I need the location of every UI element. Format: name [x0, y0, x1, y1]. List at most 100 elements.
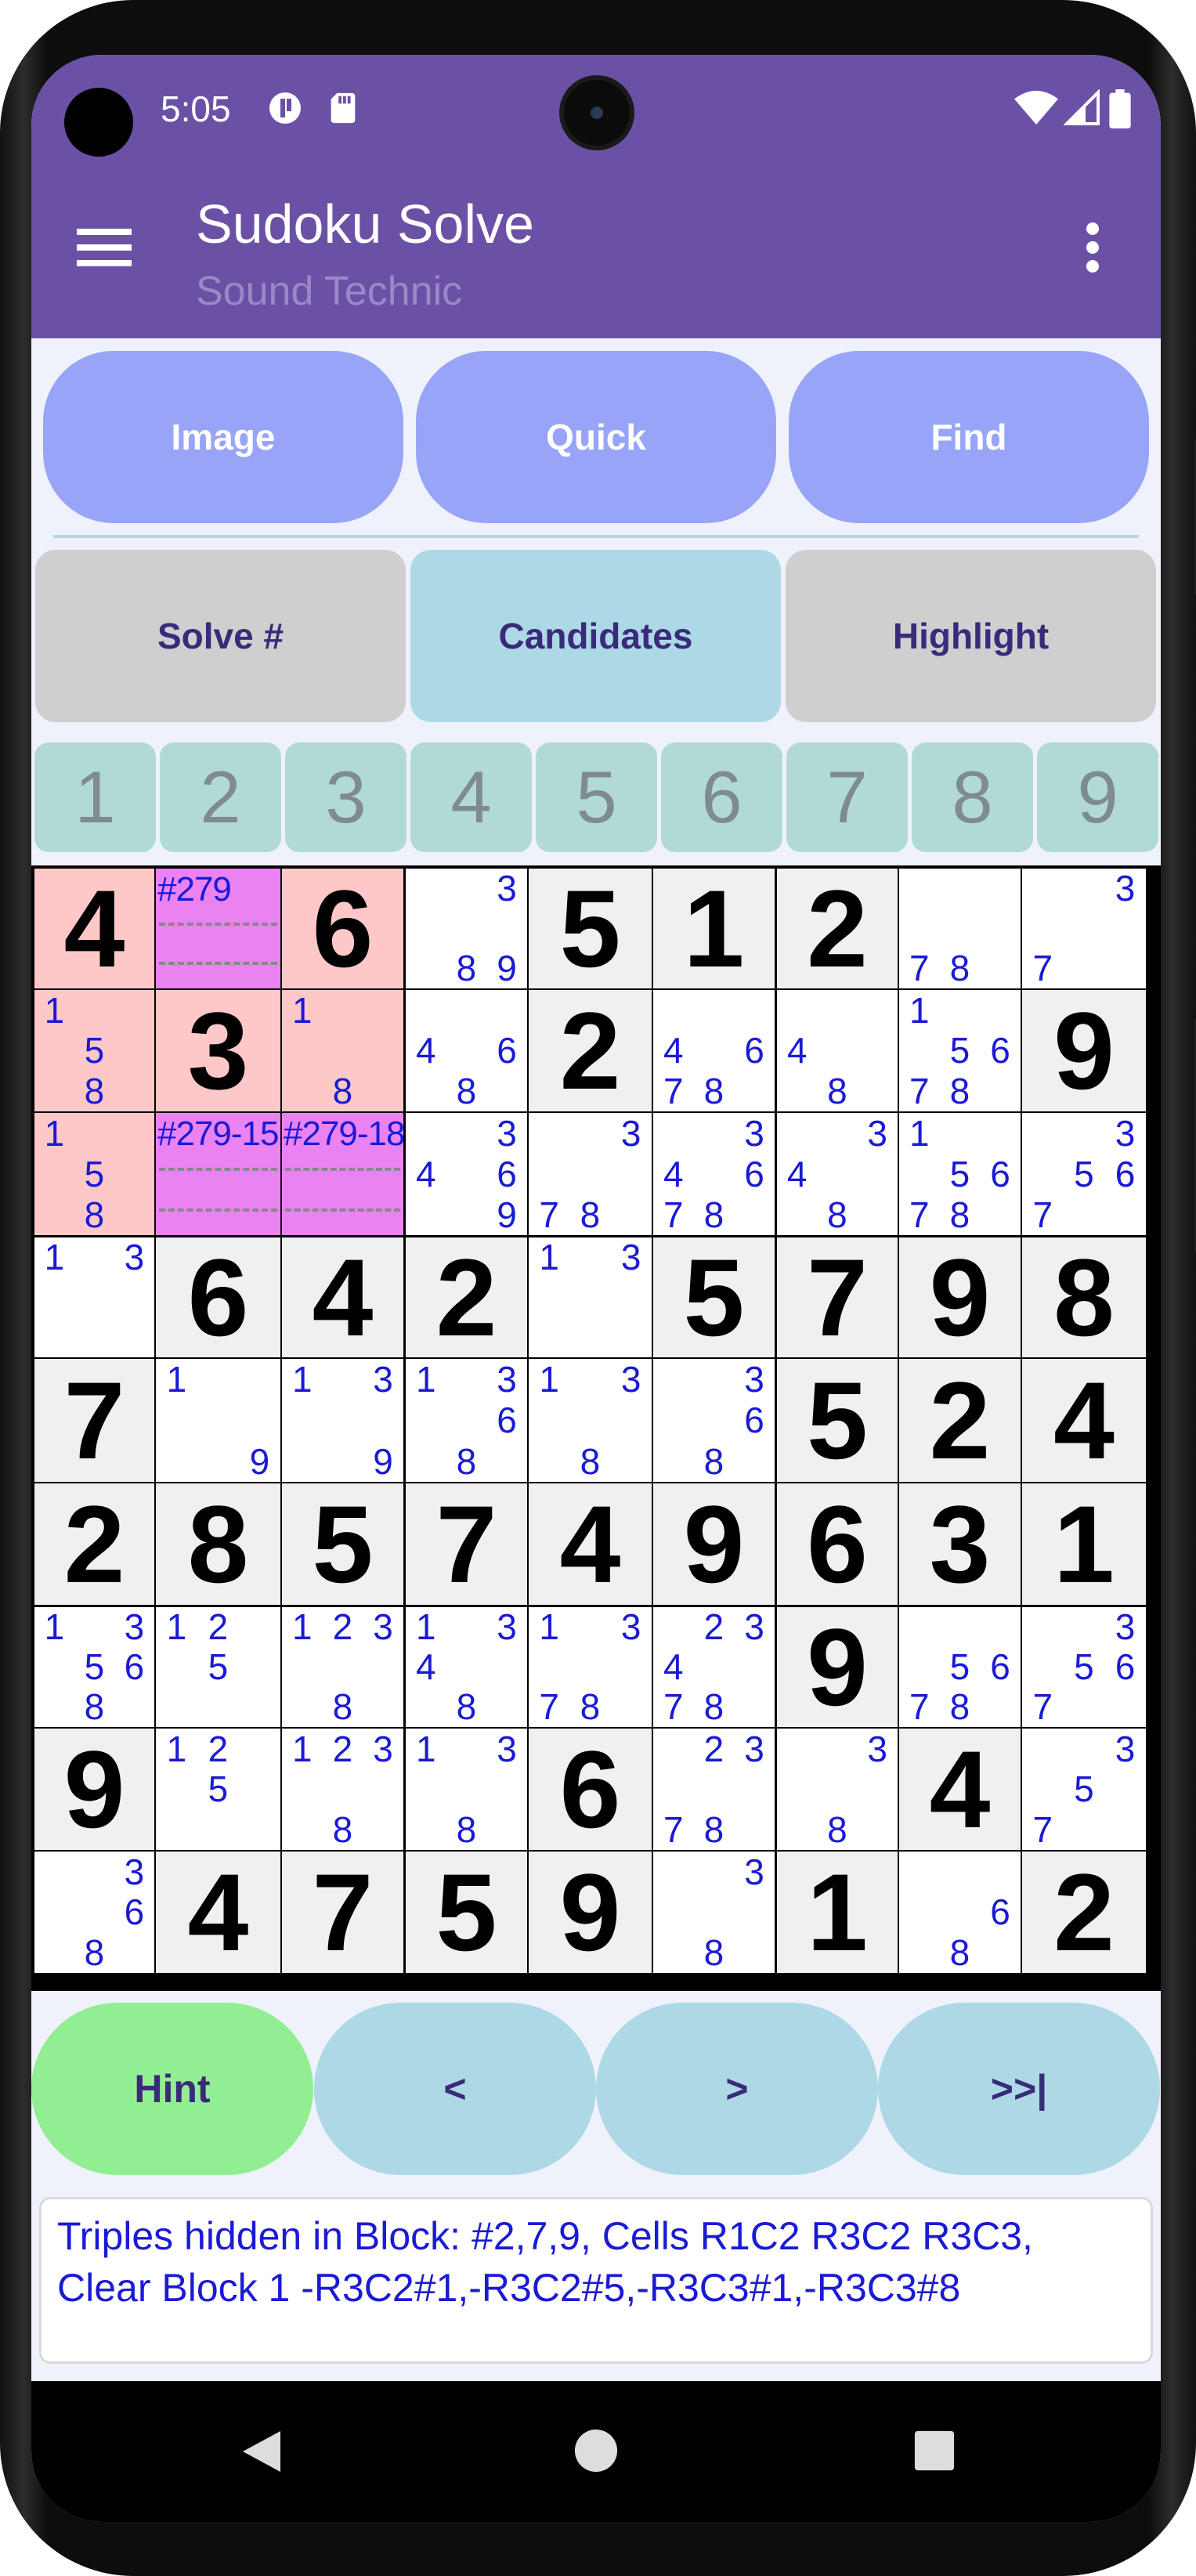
grid-cell-r4c4[interactable]: 2: [406, 1237, 527, 1357]
grid-cell-r5c6[interactable]: 368: [653, 1359, 775, 1482]
sudoku-grid[interactable]: 4 #279 6 3 8 9 5 1 2 7 8 3 7 1 5 8 3 1 8 4 6 8 2 4 6 7 8 4 8 1 5 6 7 8 9 1 5…: [31, 865, 1161, 1991]
grid-cell-r4c6[interactable]: 5: [653, 1237, 775, 1357]
grid-cell-r1c6[interactable]: 1: [653, 869, 775, 988]
number-button-1[interactable]: 1: [34, 742, 156, 852]
grid-cell-r6c1[interactable]: 2: [34, 1483, 154, 1605]
grid-cell-r6c9[interactable]: 1: [1022, 1483, 1146, 1605]
grid-cell-r8c7[interactable]: 38: [777, 1729, 898, 1850]
number-button-3[interactable]: 3: [285, 742, 406, 852]
grid-cell-r4c3[interactable]: 4: [282, 1237, 403, 1357]
grid-cell-r5c4[interactable]: 1 368: [406, 1359, 527, 1482]
grid-cell-r5c2[interactable]: 19: [156, 1359, 280, 1482]
grid-cell-r7c7[interactable]: 9: [777, 1607, 898, 1727]
menu-icon[interactable]: [77, 226, 132, 269]
grid-cell-r3c4[interactable]: 3 4 69: [406, 1113, 527, 1235]
grid-cell-r2c9[interactable]: 9: [1022, 990, 1146, 1111]
grid-cell-r8c3[interactable]: 1238: [282, 1729, 403, 1850]
grid-cell-r7c5[interactable]: 1 3 78: [529, 1607, 652, 1727]
back-icon[interactable]: [240, 2428, 284, 2475]
grid-cell-r4c9[interactable]: 8: [1022, 1237, 1146, 1357]
grid-cell-r5c5[interactable]: 1 38: [529, 1359, 652, 1482]
grid-cell-r2c4[interactable]: 4 68: [406, 990, 527, 1111]
grid-cell-r1c7[interactable]: 2: [777, 869, 898, 988]
solve-button[interactable]: Solve #: [35, 550, 406, 722]
grid-cell-r6c4[interactable]: 7: [406, 1483, 527, 1605]
grid-cell-r3c6[interactable]: 36 478: [653, 1113, 775, 1235]
grid-cell-r5c7[interactable]: 5: [777, 1359, 898, 1482]
grid-cell-r7c9[interactable]: 3657: [1022, 1607, 1146, 1727]
grid-cell-r2c6[interactable]: 4 6 78: [653, 990, 775, 1111]
number-button-2[interactable]: 2: [160, 742, 281, 852]
grid-cell-r2c7[interactable]: 48: [777, 990, 898, 1111]
candidates-button[interactable]: Candidates: [410, 550, 781, 722]
number-button-8[interactable]: 8: [912, 742, 1033, 852]
grid-cell-r5c3[interactable]: 1 3 9: [282, 1359, 403, 1482]
grid-cell-r8c5[interactable]: 6: [529, 1729, 652, 1850]
grid-cell-r9c7[interactable]: 1: [777, 1852, 898, 1973]
next-button[interactable]: >: [596, 2003, 878, 2175]
grid-cell-r2c3[interactable]: 18: [282, 990, 403, 1111]
more-vert-icon[interactable]: [1085, 222, 1100, 273]
grid-cell-r4c2[interactable]: 6: [156, 1237, 280, 1357]
grid-cell-r1c5[interactable]: 5: [529, 869, 652, 988]
grid-cell-r7c2[interactable]: 125: [156, 1607, 280, 1727]
grid-cell-r9c5[interactable]: 9: [529, 1852, 652, 1973]
image-button[interactable]: Image: [43, 351, 403, 523]
grid-cell-r2c2[interactable]: 3: [156, 990, 280, 1111]
grid-cell-r2c1[interactable]: 158: [34, 990, 154, 1111]
grid-cell-r5c8[interactable]: 2: [899, 1359, 1021, 1482]
grid-cell-r7c4[interactable]: 1 3 48: [406, 1607, 527, 1727]
grid-cell-r5c9[interactable]: 4: [1022, 1359, 1146, 1482]
grid-cell-r3c5[interactable]: 3 78: [529, 1113, 652, 1235]
grid-cell-r3c2[interactable]: #279-15: [156, 1113, 280, 1235]
find-button[interactable]: Find: [789, 351, 1149, 523]
home-icon[interactable]: [573, 2428, 619, 2473]
grid-cell-r6c7[interactable]: 6: [777, 1483, 898, 1605]
grid-cell-r1c2[interactable]: #279: [156, 869, 280, 988]
grid-cell-r7c6[interactable]: 23 478: [653, 1607, 775, 1727]
highlight-button[interactable]: Highlight: [786, 550, 1156, 722]
grid-cell-r1c8[interactable]: 78: [899, 869, 1021, 988]
grid-cell-r4c5[interactable]: 13: [529, 1237, 652, 1357]
grid-cell-r1c9[interactable]: 37: [1022, 869, 1146, 988]
hint-button[interactable]: Hint: [31, 2003, 313, 2175]
grid-cell-r5c1[interactable]: 7: [34, 1359, 154, 1482]
grid-cell-r2c5[interactable]: 2: [529, 990, 652, 1111]
grid-cell-r9c8[interactable]: 68: [899, 1852, 1021, 1973]
grid-cell-r6c8[interactable]: 3: [899, 1483, 1021, 1605]
grid-cell-r8c8[interactable]: 4: [899, 1729, 1021, 1850]
grid-cell-r9c6[interactable]: 38: [653, 1852, 775, 1973]
grid-cell-r4c1[interactable]: 13: [34, 1237, 154, 1357]
grid-cell-r3c9[interactable]: 36567: [1022, 1113, 1146, 1235]
grid-cell-r7c1[interactable]: 1 3568: [34, 1607, 154, 1727]
quick-button[interactable]: Quick: [416, 351, 776, 523]
number-button-9[interactable]: 9: [1037, 742, 1158, 852]
grid-cell-r9c2[interactable]: 4: [156, 1852, 280, 1973]
grid-cell-r3c7[interactable]: 3 48: [777, 1113, 898, 1235]
grid-cell-r7c3[interactable]: 1238: [282, 1607, 403, 1727]
skip-to-end-button[interactable]: >>|: [878, 2003, 1160, 2175]
grid-cell-r1c3[interactable]: 6: [282, 869, 403, 988]
grid-cell-r9c9[interactable]: 2: [1022, 1852, 1146, 1973]
grid-cell-r1c4[interactable]: 389: [406, 869, 527, 988]
grid-cell-r1c1[interactable]: 4: [34, 869, 154, 988]
grid-cell-r9c3[interactable]: 7: [282, 1852, 403, 1973]
number-button-4[interactable]: 4: [410, 742, 532, 852]
grid-cell-r9c1[interactable]: 368: [34, 1852, 154, 1973]
grid-cell-r3c8[interactable]: 156 78: [899, 1113, 1021, 1235]
grid-cell-r7c8[interactable]: 56 78: [899, 1607, 1021, 1727]
number-button-6[interactable]: 6: [661, 742, 782, 852]
grid-cell-r9c4[interactable]: 5: [406, 1852, 527, 1973]
grid-cell-r3c3[interactable]: #279-18: [282, 1113, 403, 1235]
grid-cell-r8c9[interactable]: 357: [1022, 1729, 1146, 1850]
grid-cell-r4c7[interactable]: 7: [777, 1237, 898, 1357]
grid-cell-r8c1[interactable]: 9: [34, 1729, 154, 1850]
grid-cell-r6c5[interactable]: 4: [529, 1483, 652, 1605]
grid-cell-r8c2[interactable]: 125: [156, 1729, 280, 1850]
grid-cell-r4c8[interactable]: 9: [899, 1237, 1021, 1357]
grid-cell-r2c8[interactable]: 156 78: [899, 990, 1021, 1111]
number-button-5[interactable]: 5: [536, 742, 657, 852]
previous-button[interactable]: <: [314, 2003, 596, 2175]
grid-cell-r3c1[interactable]: 158: [34, 1113, 154, 1235]
grid-cell-r6c3[interactable]: 5: [282, 1483, 403, 1605]
